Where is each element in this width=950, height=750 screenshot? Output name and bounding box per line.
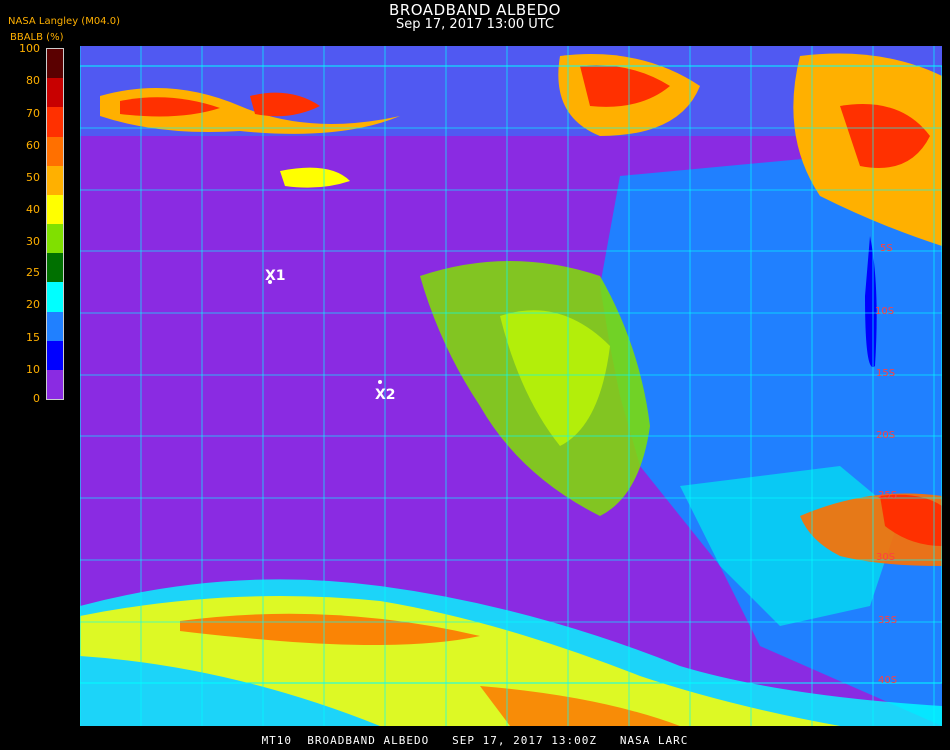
colorbar-swatch bbox=[47, 165, 63, 196]
colorbar-swatch bbox=[47, 78, 63, 108]
colorbar-swatch bbox=[47, 253, 63, 283]
marker-dot bbox=[378, 380, 382, 384]
map-canvas bbox=[80, 46, 942, 726]
colorbar-tick: 80 bbox=[26, 74, 40, 87]
albedo-map[interactable] bbox=[80, 46, 942, 726]
colorbar-tick: 20 bbox=[26, 298, 40, 311]
lat-label: 30S bbox=[876, 552, 896, 563]
colorbar-swatch bbox=[47, 311, 63, 342]
colorbar-tick: 15 bbox=[26, 331, 40, 344]
colorbar-tick: 60 bbox=[26, 139, 40, 152]
colorbar-tick: 25 bbox=[26, 266, 40, 279]
colorbar-swatch bbox=[47, 224, 63, 254]
source-label: NASA Langley (M04.0) bbox=[8, 16, 120, 27]
colorbar-swatch bbox=[47, 49, 63, 79]
colorbar-swatch bbox=[47, 369, 63, 400]
lat-label: 10S bbox=[875, 306, 895, 317]
lat-label: 25S bbox=[878, 490, 898, 501]
colorbar-tick: 10 bbox=[26, 363, 40, 376]
lat-label: 40S bbox=[878, 675, 898, 686]
marker-x1: X1 bbox=[265, 268, 286, 284]
cloud-small bbox=[280, 167, 350, 188]
colorbar-tick: 30 bbox=[26, 235, 40, 248]
colorbar-swatch bbox=[47, 340, 63, 371]
lat-label: 5S bbox=[880, 243, 893, 254]
colorbar-tick: 50 bbox=[26, 171, 40, 184]
colorbar-tick: 70 bbox=[26, 107, 40, 120]
colorbar-swatch bbox=[47, 282, 63, 312]
colorbar-swatch bbox=[47, 194, 63, 225]
lat-label: 35S bbox=[878, 615, 898, 626]
colorbar-swatch bbox=[47, 107, 63, 137]
colorbar-swatch bbox=[47, 136, 63, 167]
footer-caption: MT10 BROADBAND ALBEDO SEP 17, 2017 13:00… bbox=[261, 734, 689, 747]
lat-label: 15S bbox=[876, 368, 896, 379]
lat-label: 20S bbox=[876, 430, 896, 441]
marker-x2: X2 bbox=[375, 387, 396, 403]
timestamp-subtitle: Sep 17, 2017 13:00 UTC bbox=[395, 17, 555, 32]
colorbar-tick: 0 bbox=[33, 392, 40, 405]
colorbar bbox=[46, 48, 64, 400]
colorbar-tick: 40 bbox=[26, 203, 40, 216]
colorbar-tick: 100 bbox=[19, 42, 40, 55]
